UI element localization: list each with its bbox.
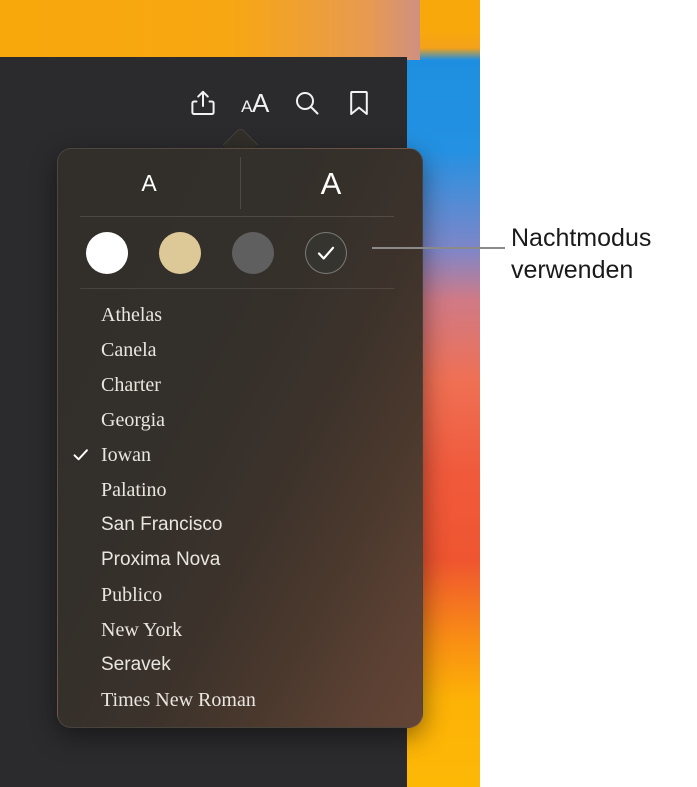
increase-font-size-label: A bbox=[320, 165, 342, 201]
font-list-item-label: Seravek bbox=[101, 654, 171, 675]
search-icon bbox=[294, 90, 320, 116]
selected-check-icon bbox=[72, 411, 90, 429]
font-list-item[interactable]: Proxima Nova bbox=[58, 542, 422, 577]
selected-check-icon bbox=[72, 656, 90, 674]
share-icon bbox=[190, 89, 216, 117]
popover-divider-2 bbox=[80, 288, 394, 289]
font-list-item[interactable]: Charter bbox=[58, 367, 422, 402]
font-list-item[interactable]: Seravek bbox=[58, 647, 422, 682]
font-list-item-label: Athelas bbox=[101, 303, 163, 326]
checkmark-icon bbox=[315, 242, 337, 264]
font-list-item[interactable]: Iowan bbox=[58, 437, 422, 472]
wallpaper-top-band bbox=[0, 0, 420, 60]
appearance-popover: A A Athelas Canela Charter Georgia Iowan Pala… bbox=[57, 148, 423, 728]
selected-check-icon bbox=[72, 516, 90, 534]
font-size-controls: A A bbox=[58, 149, 422, 217]
selected-check-icon bbox=[72, 446, 90, 464]
font-list-item-label: Proxima Nova bbox=[101, 549, 221, 570]
selected-check-icon bbox=[72, 341, 90, 359]
font-list-item[interactable]: Canela bbox=[58, 332, 422, 367]
theme-gray-swatch[interactable] bbox=[232, 232, 274, 274]
selected-check-icon bbox=[72, 481, 90, 499]
reader-toolbar: AA bbox=[0, 57, 407, 148]
selected-check-icon bbox=[72, 306, 90, 324]
decrease-font-size-button[interactable]: A bbox=[58, 149, 240, 217]
decrease-font-size-label: A bbox=[141, 169, 157, 196]
font-list-item[interactable]: Athelas bbox=[58, 297, 422, 332]
selected-check-icon bbox=[72, 621, 90, 639]
size-controls-divider bbox=[240, 157, 241, 209]
text-size-icon: AA bbox=[241, 87, 269, 118]
selected-check-icon bbox=[72, 551, 90, 569]
font-list-item[interactable]: Georgia bbox=[58, 402, 422, 437]
font-list-item-label: Georgia bbox=[101, 408, 166, 431]
font-list-item-label: San Francisco bbox=[101, 514, 223, 535]
font-list-item[interactable]: New York bbox=[58, 612, 422, 647]
popover-pointer bbox=[222, 124, 258, 150]
selected-check-icon bbox=[72, 586, 90, 604]
selected-check-icon bbox=[72, 376, 90, 394]
font-list-item-label: Charter bbox=[101, 373, 161, 396]
increase-font-size-button[interactable]: A bbox=[240, 149, 422, 217]
font-list-item-label: Publico bbox=[101, 583, 163, 606]
selected-check-icon bbox=[72, 691, 90, 709]
font-list-item[interactable]: San Francisco bbox=[58, 507, 422, 542]
share-button[interactable] bbox=[177, 79, 229, 127]
theme-sepia-swatch[interactable] bbox=[159, 232, 201, 274]
text-size-button[interactable]: AA bbox=[229, 79, 281, 127]
bookmark-icon bbox=[348, 89, 370, 117]
font-list-item-label: Iowan bbox=[101, 443, 151, 466]
bookmark-button[interactable] bbox=[333, 79, 385, 127]
font-list-item[interactable]: Times New Roman bbox=[58, 682, 422, 717]
callout-leader-line bbox=[372, 247, 505, 249]
font-list-item[interactable]: Palatino bbox=[58, 472, 422, 507]
theme-night-swatch[interactable] bbox=[305, 232, 347, 274]
theme-white-swatch[interactable] bbox=[86, 232, 128, 274]
search-button[interactable] bbox=[281, 79, 333, 127]
callout-label: Nachtmodus verwenden bbox=[511, 224, 652, 284]
font-list-item-label: Canela bbox=[101, 338, 157, 361]
font-list-item-label: Times New Roman bbox=[101, 688, 256, 711]
font-list-item-label: New York bbox=[101, 618, 183, 641]
font-list-item-label: Palatino bbox=[101, 478, 167, 501]
theme-swatch-row bbox=[58, 217, 422, 289]
font-list-item[interactable]: Publico bbox=[58, 577, 422, 612]
font-list: Athelas Canela Charter Georgia Iowan Palatino… bbox=[58, 297, 422, 717]
